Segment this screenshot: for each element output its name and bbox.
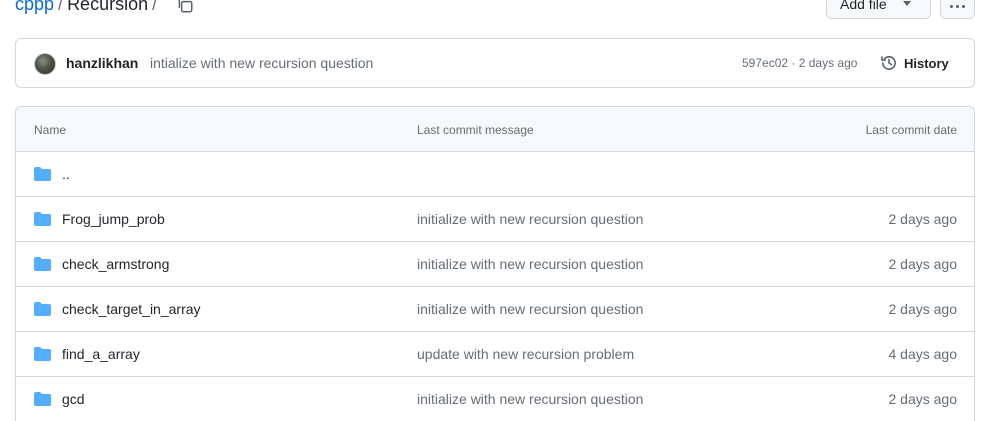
row-commit-date: 2 days ago <box>888 301 958 317</box>
commit-message-link[interactable]: intialize with new recursion question <box>150 55 373 71</box>
commit-hash-and-time[interactable]: 597ec02 · 2 days ago <box>742 56 857 70</box>
history-label: History <box>904 55 949 71</box>
breadcrumb-current-folder: Recursion <box>67 0 149 14</box>
file-list-table: Name Last commit message Last commit dat… <box>15 106 975 421</box>
row-commit-message-link[interactable]: initialize with new recursion question <box>417 391 643 407</box>
parent-directory-link[interactable]: .. <box>62 166 70 182</box>
breadcrumb-trailing-separator: / <box>152 0 158 14</box>
folder-icon <box>34 212 51 226</box>
kebab-horizontal-icon <box>950 5 953 8</box>
table-header: Name Last commit message Last commit dat… <box>16 107 974 152</box>
row-commit-date: 4 days ago <box>888 346 958 362</box>
latest-commit-box: hanzlikhan intialize with new recursion … <box>15 38 975 88</box>
row-commit-message-link[interactable]: update with new recursion problem <box>417 346 634 362</box>
table-row[interactable]: Frog_jump_prob initialize with new recur… <box>16 197 974 242</box>
copy-path-icon <box>178 0 193 13</box>
folder-icon <box>34 347 51 361</box>
parent-directory-row[interactable]: .. <box>16 152 974 197</box>
folder-icon <box>34 257 51 271</box>
add-file-button[interactable]: Add file <box>826 0 931 19</box>
commit-author-link[interactable]: hanzlikhan <box>66 55 138 71</box>
folder-name-link[interactable]: check_armstrong <box>62 256 169 272</box>
row-commit-message-link[interactable]: initialize with new recursion question <box>417 256 643 272</box>
row-commit-message-link[interactable]: initialize with new recursion question <box>417 211 643 227</box>
folder-icon <box>34 302 51 316</box>
row-commit-date: 2 days ago <box>888 391 958 407</box>
row-commit-message-link[interactable]: initialize with new recursion question <box>417 301 643 317</box>
row-commit-date: 2 days ago <box>888 211 958 227</box>
table-row[interactable]: gcd initialize with new recursion questi… <box>16 377 974 421</box>
breadcrumb-repo-link[interactable]: cppp <box>15 0 54 14</box>
history-button[interactable]: History <box>880 54 949 72</box>
caret-down-icon <box>902 1 911 6</box>
history-icon <box>881 56 896 70</box>
more-options-button[interactable] <box>940 0 975 19</box>
breadcrumb-separator: / <box>58 0 64 14</box>
column-header-date: Last commit date <box>865 123 957 137</box>
folder-name-link[interactable]: check_target_in_array <box>62 301 201 317</box>
folder-icon <box>34 392 51 406</box>
kebab-dot <box>962 5 965 8</box>
copy-path-button[interactable] <box>176 0 198 14</box>
breadcrumb: cppp / Recursion / <box>15 0 161 18</box>
table-row[interactable]: find_a_array update with new recursion p… <box>16 332 974 377</box>
column-header-message: Last commit message <box>417 123 534 137</box>
column-header-name: Name <box>34 123 67 137</box>
kebab-dot <box>956 5 959 8</box>
author-avatar[interactable] <box>34 53 56 75</box>
folder-name-link[interactable]: gcd <box>62 391 85 407</box>
row-commit-date: 2 days ago <box>888 256 958 272</box>
table-row[interactable]: check_armstrong initialize with new recu… <box>16 242 974 287</box>
folder-name-link[interactable]: Frog_jump_prob <box>62 211 165 227</box>
folder-icon <box>34 167 51 181</box>
file-navigation-bar: cppp / Recursion / Add file <box>0 0 992 20</box>
table-row[interactable]: check_target_in_array initialize with ne… <box>16 287 974 332</box>
add-file-label: Add file <box>840 0 887 12</box>
folder-name-link[interactable]: find_a_array <box>62 346 140 362</box>
